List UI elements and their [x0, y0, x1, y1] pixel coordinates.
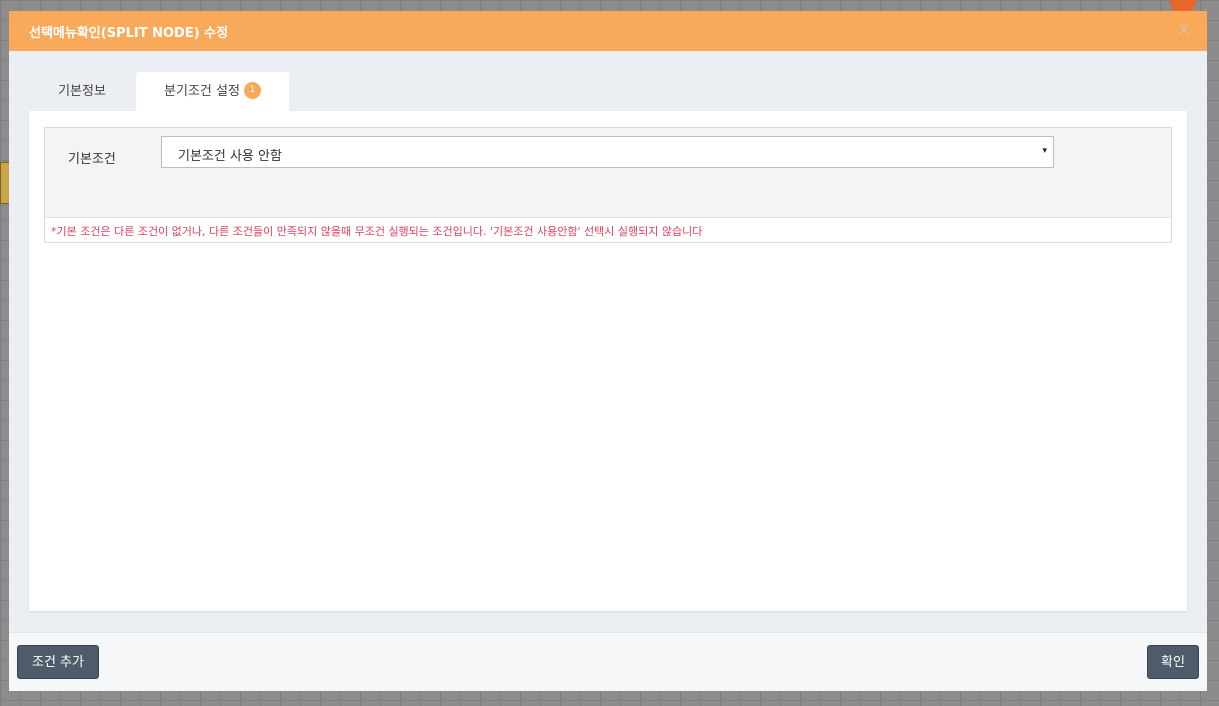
- confirm-button[interactable]: 확인: [1147, 645, 1199, 679]
- count-badge: 1: [243, 82, 261, 99]
- default-condition-select[interactable]: 기본조건 사용 안함 ▾: [161, 136, 1054, 168]
- modal-header: 선택메뉴확인(SPLIT NODE) 수정 X: [9, 11, 1207, 51]
- modal-footer: 조건 추가 확인: [9, 632, 1207, 691]
- default-condition-row: 기본조건 기본조건 사용 안함 ▾: [45, 128, 1171, 218]
- add-condition-button[interactable]: 조건 추가: [17, 645, 99, 679]
- tab-basic-info[interactable]: 기본정보: [29, 72, 135, 111]
- close-icon[interactable]: X: [1179, 21, 1189, 39]
- default-condition-box: 기본조건 기본조건 사용 안함 ▾ *기본 조건은 다른 조건이 없거나, 다른…: [44, 127, 1172, 243]
- tab-label: 기본정보: [58, 84, 106, 99]
- tab-branch-condition[interactable]: 분기조건 설정 1: [136, 72, 289, 111]
- modal-title: 선택메뉴확인(SPLIT NODE) 수정: [29, 26, 229, 41]
- tab-content-panel: 기본조건 기본조건 사용 안함 ▾ *기본 조건은 다른 조건이 없거나, 다른…: [29, 111, 1187, 611]
- tab-label: 분기조건 설정: [164, 84, 240, 99]
- default-condition-label: 기본조건: [68, 152, 116, 167]
- edit-split-node-modal: 선택메뉴확인(SPLIT NODE) 수정 X 기본정보 분기조건 설정 1 기본…: [9, 11, 1207, 691]
- caret-down-icon: ▾: [1042, 146, 1047, 156]
- default-condition-note: *기본 조건은 다른 조건이 없거나, 다른 조건들이 만족되지 않을때 무조건…: [51, 225, 703, 238]
- select-value: 기본조건 사용 안함: [178, 149, 282, 164]
